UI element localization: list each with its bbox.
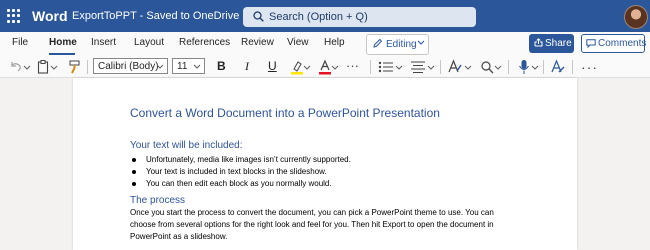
tab-insert[interactable]: Insert xyxy=(91,37,116,48)
toolbar-divider xyxy=(572,60,573,74)
find-icon[interactable] xyxy=(480,59,494,75)
ribbon-toolbar: Calibri (Body) 11 B I U ··· ··· xyxy=(0,57,650,78)
editing-mode-button[interactable]: Editing xyxy=(366,34,429,55)
tab-file[interactable]: File xyxy=(12,37,28,48)
editing-label: Editing xyxy=(386,39,417,50)
paragraph-line: Once you start the process to convert th… xyxy=(130,208,494,217)
clipboard-icon[interactable] xyxy=(37,59,49,75)
chevron-down-icon[interactable] xyxy=(395,59,403,75)
paragraph-line: PowerPoint as a slideshow. xyxy=(130,232,228,241)
toolbar-divider xyxy=(87,60,88,74)
chevron-down-icon xyxy=(417,40,425,45)
document-canvas: Convert a Word Document into a PowerPoin… xyxy=(0,78,650,250)
font-color-icon[interactable] xyxy=(318,59,332,75)
document-name[interactable]: ExportToPPT - Saved to OneDrive xyxy=(72,10,239,22)
search-box[interactable]: Search (Option + Q) xyxy=(243,7,476,27)
list-item: Unfortunately, media like images isn’t c… xyxy=(132,155,351,164)
app-name[interactable]: Word xyxy=(32,8,68,24)
tab-layout[interactable]: Layout xyxy=(134,37,164,48)
list-item: You can then edit each block as you norm… xyxy=(132,179,332,188)
chevron-down-icon xyxy=(156,64,164,69)
toolbar-divider xyxy=(543,60,544,74)
chevron-down-icon[interactable] xyxy=(303,59,311,75)
chevron-down-icon[interactable] xyxy=(494,59,502,75)
microphone-icon[interactable] xyxy=(518,59,530,75)
share-icon xyxy=(534,38,543,47)
tab-help[interactable]: Help xyxy=(324,37,345,48)
comments-button[interactable]: Comments xyxy=(581,34,647,53)
highlighter-icon[interactable] xyxy=(290,59,304,75)
italic-button[interactable]: I xyxy=(245,59,249,75)
list-item: Your text is included in text blocks in … xyxy=(132,167,327,176)
tab-view[interactable]: View xyxy=(287,37,309,48)
editor-icon[interactable] xyxy=(550,59,566,75)
pencil-icon xyxy=(373,38,383,48)
chevron-down-icon[interactable] xyxy=(531,59,539,75)
align-icon[interactable] xyxy=(410,59,426,75)
chevron-down-icon[interactable] xyxy=(50,59,58,75)
document-page[interactable]: Convert a Word Document into a PowerPoin… xyxy=(73,78,577,250)
underline-button[interactable]: U xyxy=(268,59,277,75)
toolbar-divider xyxy=(370,60,371,74)
title-bar: Word ExportToPPT - Saved to OneDrive Sea… xyxy=(0,0,650,32)
chevron-down-icon[interactable] xyxy=(427,59,435,75)
chevron-down-icon[interactable] xyxy=(23,59,31,75)
active-tab-indicator xyxy=(49,53,75,55)
avatar[interactable] xyxy=(624,5,648,29)
document-title: Convert a Word Document into a PowerPoin… xyxy=(130,106,440,120)
more-options-button[interactable]: ··· xyxy=(581,59,598,75)
chevron-down-icon xyxy=(193,64,201,69)
toolbar-divider xyxy=(440,60,441,74)
font-family-value: Calibri (Body) xyxy=(98,61,159,72)
tab-review[interactable]: Review xyxy=(241,37,274,48)
undo-icon[interactable] xyxy=(9,59,23,75)
paragraph-line: choose from several options for the righ… xyxy=(130,220,494,229)
font-size-select[interactable]: 11 xyxy=(172,58,205,74)
chevron-down-icon[interactable] xyxy=(464,59,472,75)
menu-bar: File Home Insert Layout References Revie… xyxy=(0,32,650,57)
comment-icon xyxy=(586,39,596,48)
format-painter-icon[interactable] xyxy=(68,59,82,75)
share-label: Share xyxy=(545,38,572,49)
section-heading: The process xyxy=(130,195,186,206)
section-heading: Your text will be included: xyxy=(130,140,243,151)
comments-label: Comments xyxy=(598,38,647,49)
font-size-value: 11 xyxy=(177,61,188,72)
chevron-down-icon[interactable] xyxy=(331,59,339,75)
toolbar-divider xyxy=(508,60,509,74)
search-icon xyxy=(253,11,264,22)
more-font-options-button[interactable]: ··· xyxy=(346,58,359,74)
styles-icon[interactable] xyxy=(447,59,463,75)
bold-button[interactable]: B xyxy=(217,59,226,75)
tab-references[interactable]: References xyxy=(179,37,230,48)
share-button[interactable]: Share xyxy=(529,34,574,53)
app-launcher-icon[interactable] xyxy=(7,9,21,23)
bullets-icon[interactable] xyxy=(378,59,394,75)
font-family-select[interactable]: Calibri (Body) xyxy=(93,58,168,74)
tab-home[interactable]: Home xyxy=(49,37,77,48)
search-placeholder: Search (Option + Q) xyxy=(269,11,368,23)
